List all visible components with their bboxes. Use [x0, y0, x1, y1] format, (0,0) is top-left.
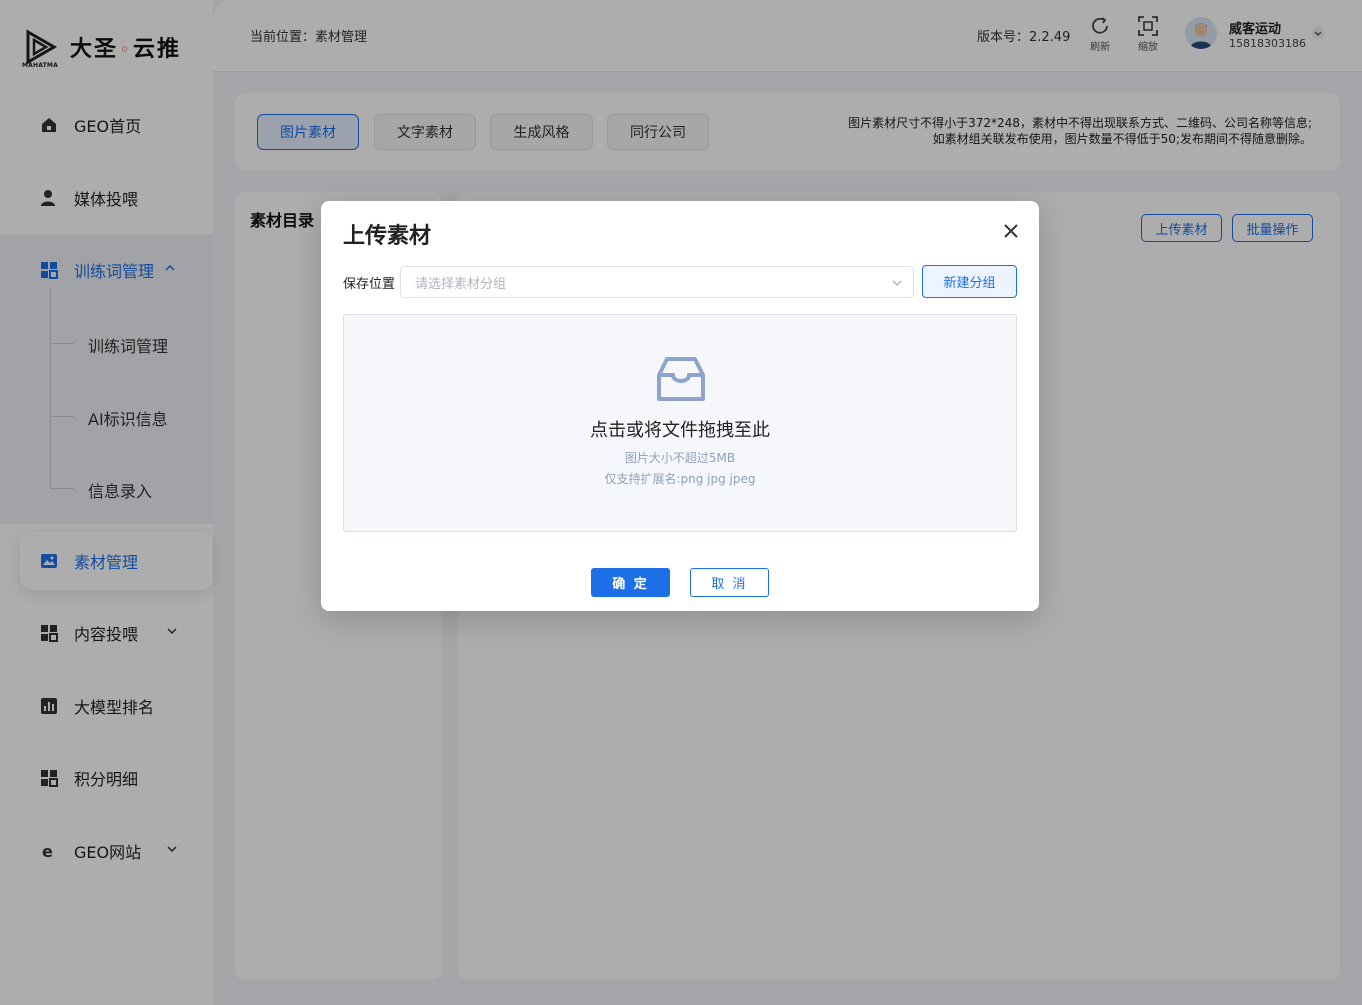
inbox-icon [657, 357, 705, 401]
drop-size-hint: 图片大小不超过5MB [624, 451, 736, 465]
drop-ext-hint: 仅支持扩展名:png jpg jpeg [604, 472, 756, 486]
cancel-button[interactable]: 取 消 [690, 568, 769, 597]
drop-main-text: 点击或将文件拖拽至此 [590, 420, 770, 441]
new-group-button[interactable]: 新建分组 [922, 265, 1017, 298]
material-group-select[interactable]: 请选择素材分组 [400, 266, 914, 298]
save-location-label: 保存位置 [343, 277, 396, 292]
close-icon[interactable] [1003, 223, 1019, 239]
file-drop-zone[interactable]: 点击或将文件拖拽至此 图片大小不超过5MB 仅支持扩展名:png jpg jpe… [343, 314, 1017, 532]
dialog-footer: 确 定 取 消 [321, 553, 1039, 611]
select-placeholder: 请选择素材分组 [415, 276, 507, 292]
confirm-button[interactable]: 确 定 [591, 568, 670, 597]
dialog-title: 上传素材 [343, 224, 432, 249]
chevron-down-icon [892, 280, 902, 286]
upload-dialog: 上传素材 保存位置 请选择素材分组 新建分组 点击或将文件拖拽至此 图片大小不超… [321, 201, 1039, 611]
